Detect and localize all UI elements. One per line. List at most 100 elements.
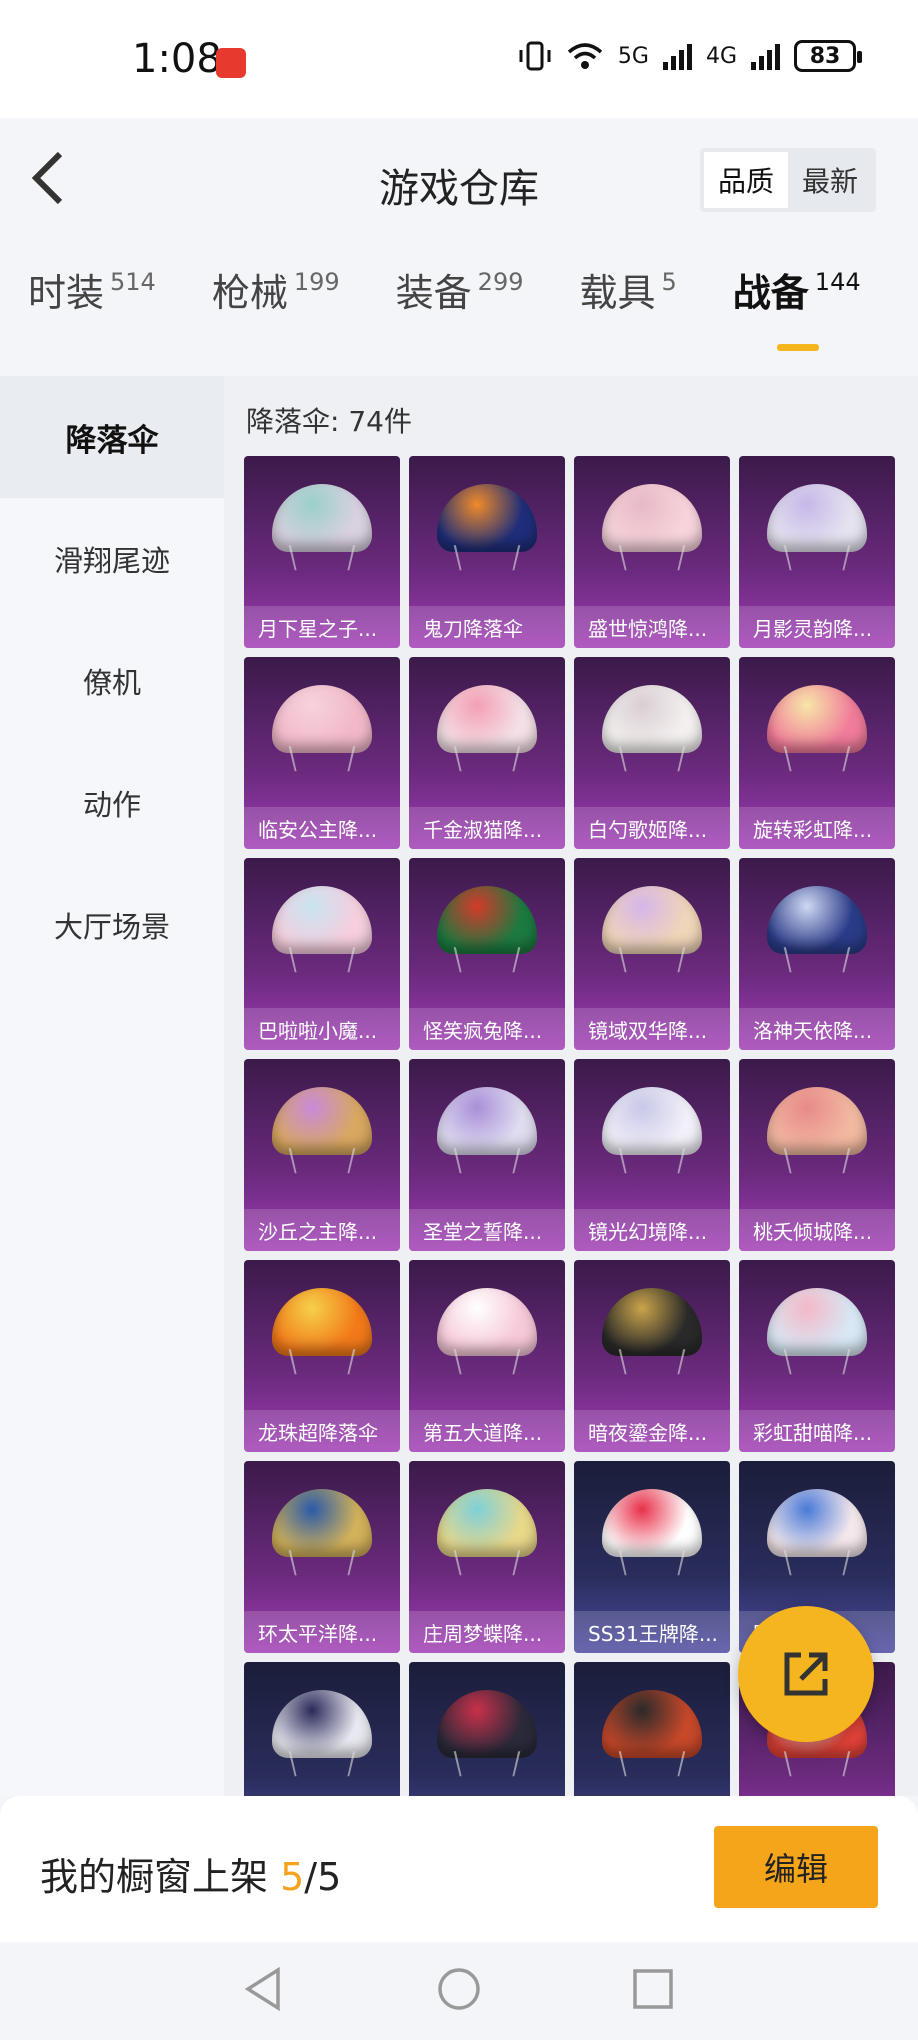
sidebar-item-lobby-scene[interactable]: 大厅场景 [0, 864, 224, 986]
page-header: 游戏仓库 品质 最新 [0, 118, 918, 242]
tab-battle-gear[interactable]: 战备 144 [733, 262, 861, 374]
parachute-card[interactable]: 庄周梦蝶降... [409, 1461, 565, 1653]
parachute-card[interactable]: 龙珠超降落伞 [244, 1260, 400, 1452]
parachute-name: 桃夭倾城降... [739, 1209, 895, 1251]
parachute-cords [288, 1550, 356, 1576]
network-4g-label: 4G [705, 43, 737, 69]
share-button[interactable] [738, 1606, 874, 1742]
parachute-thumbnail [602, 1489, 702, 1579]
sidebar-item-emote[interactable]: 动作 [0, 742, 224, 864]
tab-label: 时装 [28, 271, 105, 315]
tab-equipment[interactable]: 装备 299 [396, 262, 524, 374]
parachute-card[interactable]: 沙丘之主降... [244, 1059, 400, 1251]
parachute-card[interactable]: 盛世惊鸿降... [574, 456, 730, 648]
parachute-name: 第五大道降... [409, 1410, 565, 1452]
parachute-card[interactable]: 镜光幻境降... [574, 1059, 730, 1251]
parachute-cords [453, 1550, 521, 1576]
parachute-canopy-image [602, 1288, 702, 1356]
parachute-name: 巴啦啦小魔... [244, 1008, 400, 1050]
parachute-cords [453, 1148, 521, 1174]
showcase-current: 5 [280, 1855, 305, 1899]
parachute-name: 怪笑疯兔降... [409, 1008, 565, 1050]
parachute-card[interactable] [574, 1662, 730, 1796]
parachute-card[interactable]: 环太平洋降... [244, 1461, 400, 1653]
parachute-canopy-image [437, 1489, 537, 1557]
parachute-card[interactable]: 暗夜鎏金降... [574, 1260, 730, 1452]
tab-label: 载具 [579, 271, 656, 315]
parachute-canopy-image [272, 1489, 372, 1557]
parachute-card[interactable]: 第五大道降... [409, 1260, 565, 1452]
triangle-back-icon[interactable] [240, 1964, 290, 2014]
parachute-thumbnail [767, 1489, 867, 1579]
parachute-name: 月下星之子... [244, 606, 400, 648]
showcase-status: 我的橱窗上架 5/5 [40, 1846, 341, 1901]
parachute-card[interactable]: 白勺歌姬降... [574, 657, 730, 849]
square-recent-icon[interactable] [628, 1964, 678, 2014]
tab-fashion[interactable]: 时装 514 [28, 262, 156, 374]
parachute-canopy-image [272, 484, 372, 552]
parachute-thumbnail [437, 1087, 537, 1177]
showcase-total: /5 [304, 1855, 342, 1899]
parachute-canopy-image [272, 685, 372, 753]
item-count-label: 降落伞: 74件 [246, 405, 412, 438]
parachute-canopy-image [602, 685, 702, 753]
tab-count: 5 [661, 268, 677, 296]
sidebar-item-glide-trail[interactable]: 滑翔尾迹 [0, 498, 224, 620]
parachute-card[interactable]: 鬼刀降落伞 [409, 456, 565, 648]
parachute-card[interactable]: 圣堂之誓降... [409, 1059, 565, 1251]
parachute-cords [618, 746, 686, 772]
parachute-name: 临安公主降... [244, 807, 400, 849]
parachute-card[interactable]: 临安公主降... [244, 657, 400, 849]
parachute-card[interactable]: 桃夭倾城降... [739, 1059, 895, 1251]
parachute-card[interactable]: 千金淑猫降... [409, 657, 565, 849]
tab-vehicles[interactable]: 载具 5 [579, 262, 676, 374]
tab-count: 514 [110, 268, 156, 296]
parachute-thumbnail [437, 1288, 537, 1378]
parachute-cords [618, 545, 686, 571]
parachute-thumbnail [437, 886, 537, 976]
wifi-icon [567, 43, 603, 69]
circle-home-icon[interactable] [434, 1964, 484, 2014]
parachute-cords [618, 1550, 686, 1576]
parachute-thumbnail [767, 886, 867, 976]
parachute-cords [783, 1550, 851, 1576]
edit-button[interactable]: 编辑 [714, 1826, 878, 1908]
parachute-thumbnail [272, 484, 372, 574]
parachute-card[interactable]: 镜域双华降... [574, 858, 730, 1050]
signal-4g-icon [751, 42, 780, 70]
parachute-card[interactable]: 旋转彩虹降... [739, 657, 895, 849]
parachute-thumbnail [437, 1489, 537, 1579]
parachute-card[interactable]: 月影灵韵降... [739, 456, 895, 648]
sidebar-item-wingman[interactable]: 僚机 [0, 620, 224, 742]
parachute-canopy-image [767, 484, 867, 552]
tab-weapons[interactable]: 枪械 199 [212, 262, 340, 374]
sidebar-item-parachute[interactable]: 降落伞 [0, 376, 224, 498]
tab-count: 144 [814, 268, 861, 296]
parachute-thumbnail [767, 685, 867, 775]
parachute-canopy-image [437, 685, 537, 753]
parachute-canopy-image [767, 1489, 867, 1557]
sort-newest-button[interactable]: 最新 [788, 152, 872, 208]
parachute-card[interactable] [244, 1662, 400, 1796]
parachute-card[interactable]: 巴啦啦小魔... [244, 858, 400, 1050]
parachute-card[interactable]: 怪笑疯兔降... [409, 858, 565, 1050]
parachute-canopy-image [272, 1288, 372, 1356]
parachute-cords [288, 746, 356, 772]
parachute-name: SS31王牌降... [574, 1611, 730, 1653]
parachute-card[interactable]: 彩虹甜喵降... [739, 1260, 895, 1452]
tab-label: 装备 [395, 271, 472, 315]
parachute-cords [618, 947, 686, 973]
parachute-thumbnail [602, 484, 702, 574]
parachute-card[interactable]: 月下星之子... [244, 456, 400, 648]
parachute-cords [288, 545, 356, 571]
parachute-card[interactable]: 洛神天依降... [739, 858, 895, 1050]
parachute-cords [453, 545, 521, 571]
parachute-thumbnail [602, 1690, 702, 1780]
app-notification-icon [216, 48, 246, 78]
parachute-card[interactable]: SS31王牌降... [574, 1461, 730, 1653]
sort-quality-button[interactable]: 品质 [704, 152, 788, 208]
parachute-card[interactable] [409, 1662, 565, 1796]
parachute-thumbnail [272, 1288, 372, 1378]
parachute-canopy-image [437, 1690, 537, 1758]
parachute-canopy-image [437, 1087, 537, 1155]
